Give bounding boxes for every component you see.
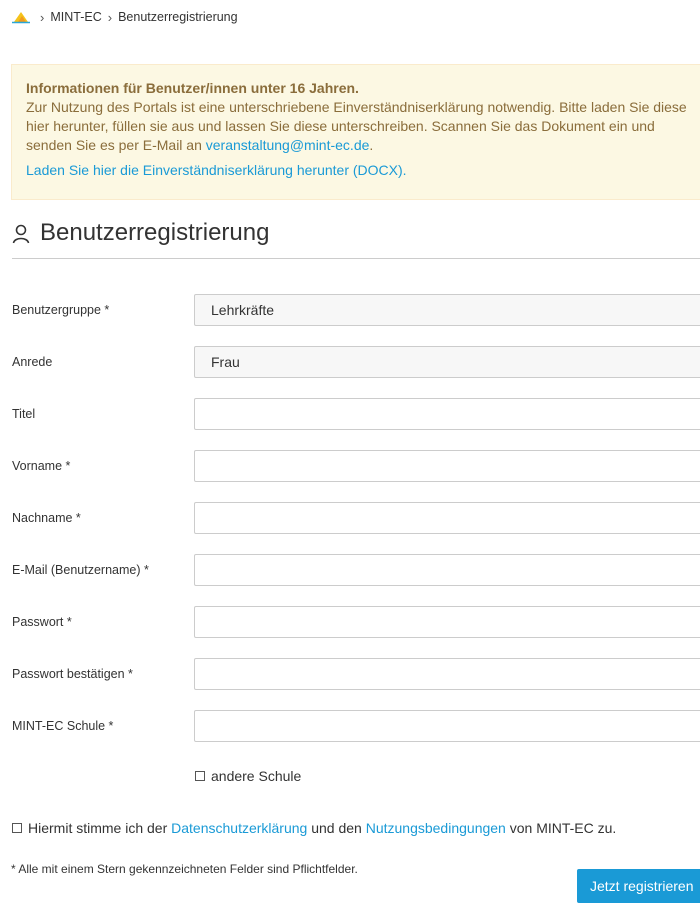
passwort-bestaetigen-label: Passwort bestätigen * bbox=[12, 667, 133, 681]
password-input[interactable] bbox=[194, 606, 700, 638]
form-row-passwort: Passwort * bbox=[12, 606, 700, 640]
anrede-select[interactable]: Frau ▼ bbox=[194, 346, 700, 378]
vorname-input[interactable] bbox=[194, 450, 700, 482]
andere-schule-option[interactable]: andere Schule bbox=[195, 768, 301, 784]
form-row-email: E-Mail (Benutzername) * bbox=[12, 554, 700, 588]
page-heading: Benutzerregistrierung bbox=[12, 218, 700, 259]
form-row-titel: Titel bbox=[12, 398, 700, 432]
user-icon bbox=[12, 224, 30, 244]
titel-input[interactable] bbox=[194, 398, 700, 430]
notice-email-link[interactable]: veranstaltung@mint-ec.de bbox=[206, 137, 370, 153]
page-title: Benutzerregistrierung bbox=[40, 219, 270, 246]
vorname-label: Vorname * bbox=[12, 459, 71, 473]
consent-text-after: von MINT-EC zu. bbox=[505, 820, 617, 836]
consent-option: Hiermit stimme ich der Datenschutzerklär… bbox=[12, 820, 616, 836]
breadcrumb-separator: › bbox=[40, 9, 45, 25]
under-16-notice: Informationen für Benutzer/innen unter 1… bbox=[11, 64, 700, 200]
schule-label: MINT-EC Schule * bbox=[12, 719, 114, 733]
breadcrumb-item-current: Benutzerregistrierung bbox=[118, 10, 238, 24]
nachname-label: Nachname * bbox=[12, 511, 81, 525]
consent-text-before: Hiermit stimme ich der bbox=[28, 820, 172, 836]
consent-checkbox[interactable] bbox=[12, 823, 22, 833]
form-row-vorname: Vorname * bbox=[12, 450, 700, 484]
form-row-nachname: Nachname * bbox=[12, 502, 700, 536]
benutzergruppe-label: Benutzergruppe * bbox=[12, 303, 110, 317]
notice-body: Zur Nutzung des Portals ist eine untersc… bbox=[26, 98, 696, 155]
download-consent-link[interactable]: Laden Sie hier die Einverständniserkläru… bbox=[26, 161, 700, 180]
form-row-schule: MINT-EC Schule * ▼ bbox=[12, 710, 700, 744]
breadcrumb-separator: › bbox=[107, 9, 113, 25]
email-input[interactable] bbox=[194, 554, 700, 586]
titel-label: Titel bbox=[12, 407, 36, 421]
privacy-policy-link[interactable]: Datenschutzerklärung bbox=[171, 820, 307, 836]
benutzergruppe-value: Lehrkräfte bbox=[211, 302, 275, 318]
anrede-value: Frau bbox=[211, 354, 240, 370]
consent-text-middle: und den bbox=[307, 820, 366, 836]
register-button[interactable]: Jetzt registrieren bbox=[577, 869, 700, 903]
nachname-input[interactable] bbox=[194, 502, 700, 534]
terms-of-use-link[interactable]: Nutzungsbedingungen bbox=[366, 820, 506, 836]
passwort-label: Passwort * bbox=[12, 615, 72, 629]
andere-schule-checkbox[interactable] bbox=[195, 771, 205, 781]
schule-select[interactable]: ▼ bbox=[194, 710, 700, 742]
andere-schule-label[interactable]: andere Schule bbox=[211, 768, 301, 784]
benutzergruppe-select[interactable]: Lehrkräfte ▼ bbox=[194, 294, 700, 326]
notice-title: Informationen für Benutzer/innen unter 1… bbox=[26, 80, 359, 96]
password-confirm-input[interactable] bbox=[194, 658, 700, 690]
mint-ec-logo-icon[interactable] bbox=[12, 10, 30, 24]
form-row-benutzergruppe: Benutzergruppe * Lehrkräfte ▼ bbox=[12, 294, 700, 328]
anrede-label: Anrede bbox=[12, 355, 53, 369]
notice-body-end: . bbox=[369, 137, 374, 153]
breadcrumb: › MINT-EC › Benutzerregistrierung bbox=[12, 8, 238, 26]
form-row-passwort-bestaetigen: Passwort bestätigen * bbox=[12, 658, 700, 692]
email-label: E-Mail (Benutzername) * bbox=[12, 563, 149, 577]
form-row-anrede: Anrede Frau ▼ bbox=[12, 346, 700, 380]
required-fields-note: * Alle mit einem Stern gekennzeichneten … bbox=[11, 862, 358, 876]
breadcrumb-item-mint-ec[interactable]: MINT-EC bbox=[50, 10, 101, 24]
